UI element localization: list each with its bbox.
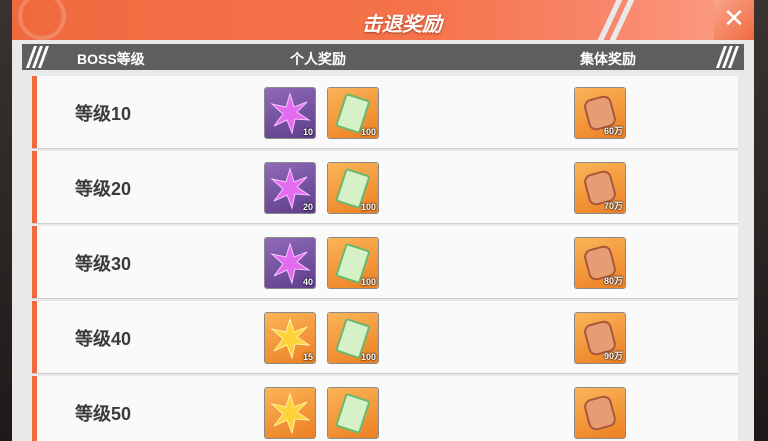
reward-row: 等级30 40 100 80万 xyxy=(32,226,738,298)
panel-title: 击退奖励 xyxy=(362,14,442,36)
item-quantity: 40 xyxy=(302,277,313,287)
green-card-icon[interactable] xyxy=(328,388,378,438)
header-boss-level: BOSS等级 xyxy=(77,51,145,67)
boss-level-label: 等级30 xyxy=(75,254,132,274)
item-quantity: 90万 xyxy=(603,351,623,361)
green-card-icon[interactable]: 100 xyxy=(328,313,378,363)
bronze-coin-icon[interactable]: 70万 xyxy=(575,163,625,213)
bronze-coin-icon[interactable] xyxy=(575,388,625,438)
item-quantity: 80万 xyxy=(603,276,623,286)
background-right xyxy=(754,0,768,441)
title-bar: 击退奖励 ✕ xyxy=(12,0,754,40)
item-quantity: 100 xyxy=(360,277,376,287)
gear-decoration-icon xyxy=(18,0,66,40)
gold-crystal-icon[interactable] xyxy=(265,388,315,438)
purple-crystal-icon[interactable]: 10 xyxy=(265,88,315,138)
reward-panel: 击退奖励 ✕ BOSS等级 个人奖励 集体奖励 等级10 10 100 60万 xyxy=(12,0,754,441)
green-card-icon[interactable]: 100 xyxy=(328,238,378,288)
green-card-icon[interactable]: 100 xyxy=(328,163,378,213)
header-personal-reward: 个人奖励 xyxy=(290,51,346,67)
item-quantity: 15 xyxy=(302,352,313,362)
reward-list: 等级10 10 100 60万 等级20 20 100 70万 等级30 40 … xyxy=(32,76,738,441)
boss-level-label: 等级40 xyxy=(75,329,132,349)
slash-decoration-icon xyxy=(715,44,740,70)
gold-crystal-icon[interactable]: 15 xyxy=(265,313,315,363)
purple-crystal-icon[interactable]: 40 xyxy=(265,238,315,288)
boss-level-label: 等级20 xyxy=(75,179,132,199)
item-quantity: 10 xyxy=(302,127,313,137)
purple-crystal-icon[interactable]: 20 xyxy=(265,163,315,213)
item-quantity: 60万 xyxy=(603,126,623,136)
reward-row: 等级20 20 100 70万 xyxy=(32,151,738,223)
item-quantity: 100 xyxy=(360,127,376,137)
bronze-coin-icon[interactable]: 60万 xyxy=(575,88,625,138)
item-quantity: 100 xyxy=(360,352,376,362)
background-left xyxy=(0,0,12,441)
item-quantity: 20 xyxy=(302,202,313,212)
green-card-icon[interactable]: 100 xyxy=(328,88,378,138)
reward-row: 等级10 10 100 60万 xyxy=(32,76,738,148)
item-quantity: 70万 xyxy=(603,201,623,211)
header-group-reward: 集体奖励 xyxy=(580,51,636,67)
bronze-coin-icon[interactable]: 80万 xyxy=(575,238,625,288)
bronze-coin-icon[interactable]: 90万 xyxy=(575,313,625,363)
reward-row: 等级40 15 100 90万 xyxy=(32,301,738,373)
column-header-bar: BOSS等级 个人奖励 集体奖励 xyxy=(22,44,744,70)
boss-level-label: 等级10 xyxy=(75,104,132,124)
item-quantity: 100 xyxy=(360,202,376,212)
reward-row: 等级50 xyxy=(32,376,738,441)
close-button[interactable]: ✕ xyxy=(714,0,754,40)
boss-level-label: 等级50 xyxy=(75,404,132,424)
slash-decoration-icon xyxy=(25,44,50,70)
